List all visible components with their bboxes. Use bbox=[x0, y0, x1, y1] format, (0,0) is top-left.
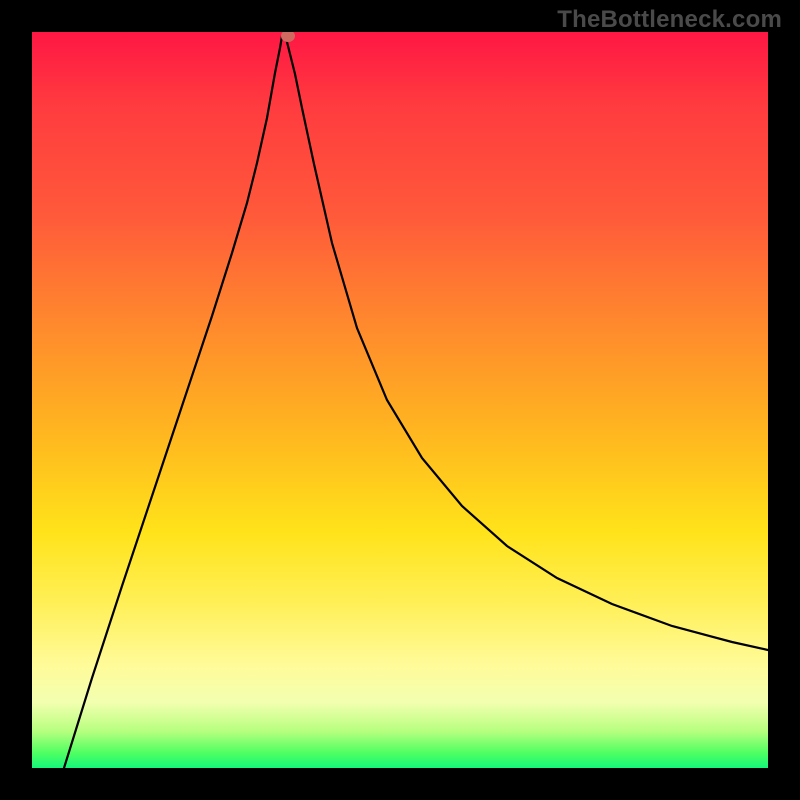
cusp-curve bbox=[64, 36, 768, 768]
plot-area bbox=[32, 32, 768, 768]
chart-frame: TheBottleneck.com bbox=[0, 0, 800, 800]
watermark-text: TheBottleneck.com bbox=[557, 6, 782, 34]
curve-svg bbox=[32, 32, 768, 768]
